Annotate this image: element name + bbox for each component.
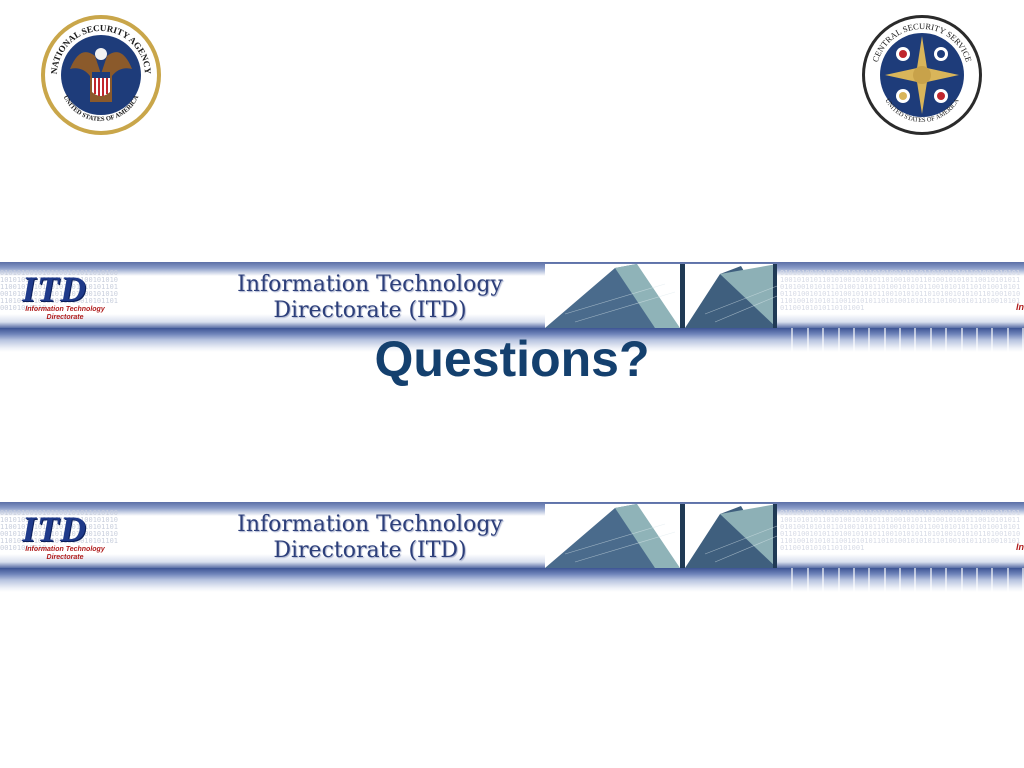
itd-logo-subtitle-line1: Information Technology — [25, 306, 105, 313]
banner-title: Information Technology Directorate (ITD) — [150, 512, 590, 564]
slide-heading: Questions? — [374, 331, 650, 387]
css-seal-icon: CENTRAL SECURITY SERVICE UNITED STATES O… — [861, 14, 983, 136]
banner-title-line2: Directorate (ITD) — [273, 538, 467, 563]
itd-logo: ITD Information Technology Directorate — [10, 509, 120, 562]
banner-title-line2: Directorate (ITD) — [273, 298, 467, 323]
itd-logo-mark: ITD — [22, 509, 87, 549]
itd-logo-subtitle: Information Technology Directorate — [10, 306, 120, 322]
itd-logo-mark: ITD — [22, 269, 87, 309]
banner-edge-label: In — [1016, 542, 1024, 552]
banner-title: Information Technology Directorate (ITD) — [150, 272, 590, 324]
banner-title-line1: Information Technology — [237, 272, 503, 297]
itd-logo-subtitle: Information Technology Directorate — [10, 546, 120, 562]
building-image — [545, 264, 777, 328]
itd-banner-bottom: 0101010010101100101011010100101010110100… — [0, 502, 1024, 592]
binary-pattern: 0101010010101100101011010100101010110100… — [780, 270, 1021, 312]
banner-edge-label: In — [1016, 302, 1024, 312]
itd-logo-subtitle-line2: Directorate — [46, 554, 84, 561]
itd-logo: ITD Information Technology Directorate — [10, 269, 120, 322]
banner-title-line1: Information Technology — [237, 512, 503, 537]
binary-pattern: 0101010010101100101011010100101010110100… — [780, 510, 1021, 552]
itd-logo-subtitle-line1: Information Technology — [25, 546, 105, 553]
banner-bars — [778, 568, 1024, 592]
nsa-seal-icon: NATIONAL SECURITY AGENCY UNITED STATES O… — [40, 14, 162, 136]
building-image — [545, 504, 777, 568]
itd-logo-subtitle-line2: Directorate — [46, 314, 84, 321]
